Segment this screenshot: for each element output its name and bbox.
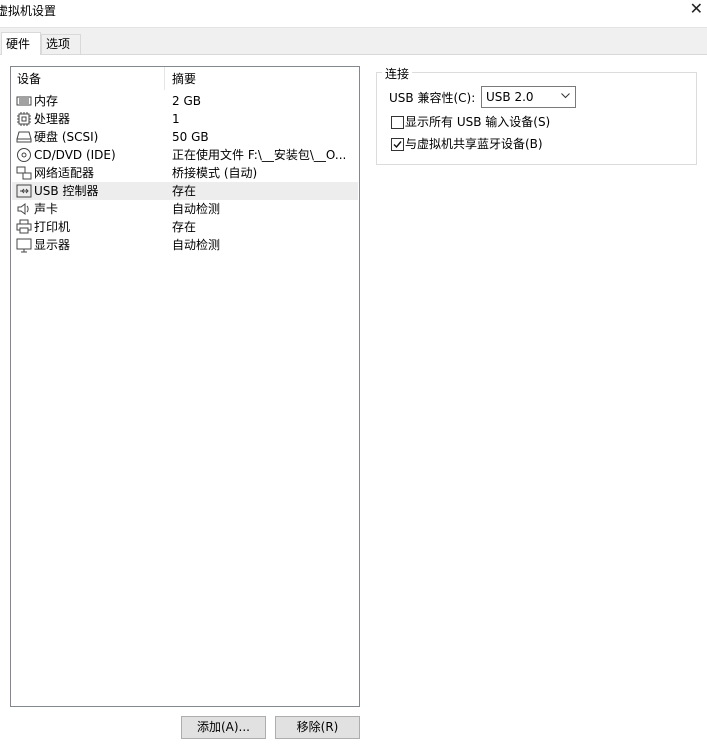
connection-group-label: 连接: [382, 65, 413, 82]
checkmark-icon: [393, 141, 402, 149]
tab-hardware[interactable]: 硬件: [1, 32, 41, 55]
device-row-memory[interactable]: 内存 2 GB: [12, 92, 358, 110]
add-device-button[interactable]: 添加(A)...: [181, 716, 266, 739]
tab-options[interactable]: 选项: [41, 34, 81, 54]
cd-dvd-icon: [17, 148, 31, 162]
close-icon[interactable]: ✕: [690, 0, 703, 19]
usb-compat-label: USB 兼容性(C):: [389, 91, 476, 105]
device-row-network-adapter[interactable]: 网络适配器 桥接模式 (自动): [12, 164, 358, 182]
device-name: 处理器: [34, 112, 71, 126]
device-summary: 存在: [172, 220, 197, 234]
device-row-processor[interactable]: 处理器 1: [12, 110, 358, 128]
show-all-usb-checkbox[interactable]: [391, 116, 404, 129]
memory-icon: [16, 96, 32, 106]
show-all-usb-label[interactable]: 显示所有 USB 输入设备(S): [405, 115, 550, 129]
device-row-sound-card[interactable]: 声卡 自动检测: [12, 200, 358, 218]
tab-divider: [0, 54, 707, 55]
hard-disk-icon: [16, 131, 32, 143]
device-name: CD/DVD (IDE): [34, 148, 116, 162]
device-list[interactable]: 设备 摘要 内存 2 GB 处理器 1 硬盘 (SCSI) 50 GB CD/D…: [10, 66, 360, 707]
device-summary: 正在使用文件 F:\__安装包\__O...: [172, 148, 347, 162]
chevron-down-icon: [561, 93, 570, 99]
device-summary: 1: [172, 112, 180, 126]
share-bluetooth-label[interactable]: 与虚拟机共享蓝牙设备(B): [405, 137, 543, 151]
network-adapter-icon: [16, 166, 32, 180]
device-name: USB 控制器: [34, 184, 99, 198]
column-header-device[interactable]: 设备: [11, 67, 165, 90]
window-title: 虚拟机设置: [0, 4, 57, 18]
device-name: 打印机: [34, 220, 71, 234]
tab-strip: [0, 27, 707, 55]
device-name: 显示器: [34, 238, 71, 252]
device-row-hard-disk[interactable]: 硬盘 (SCSI) 50 GB: [12, 128, 358, 146]
usb-compat-value: USB 2.0: [486, 90, 534, 104]
device-row-display[interactable]: 显示器 自动检测: [12, 236, 358, 254]
device-name: 硬盘 (SCSI): [34, 130, 99, 144]
device-summary: 存在: [172, 184, 197, 198]
display-icon: [16, 238, 32, 253]
processor-icon: [17, 112, 31, 126]
device-row-cd-dvd[interactable]: CD/DVD (IDE) 正在使用文件 F:\__安装包\__O...: [12, 146, 358, 164]
sound-card-icon: [17, 203, 29, 215]
share-bluetooth-checkbox[interactable]: [391, 138, 404, 151]
printer-icon: [16, 219, 32, 234]
device-summary: 自动检测: [172, 238, 221, 252]
usb-icon: [16, 184, 32, 198]
usb-compat-select[interactable]: USB 2.0: [481, 86, 576, 108]
device-summary: 自动检测: [172, 202, 221, 216]
device-summary: 2 GB: [172, 94, 201, 108]
remove-device-button[interactable]: 移除(R): [275, 716, 360, 739]
device-name: 内存: [34, 94, 59, 108]
device-name: 声卡: [34, 202, 59, 216]
device-row-usb-controller[interactable]: USB 控制器 存在: [12, 182, 358, 200]
device-name: 网络适配器: [34, 166, 95, 180]
column-header-summary[interactable]: 摘要: [166, 67, 359, 90]
device-summary: 50 GB: [172, 130, 209, 144]
device-row-printer[interactable]: 打印机 存在: [12, 218, 358, 236]
device-summary: 桥接模式 (自动): [172, 166, 258, 180]
